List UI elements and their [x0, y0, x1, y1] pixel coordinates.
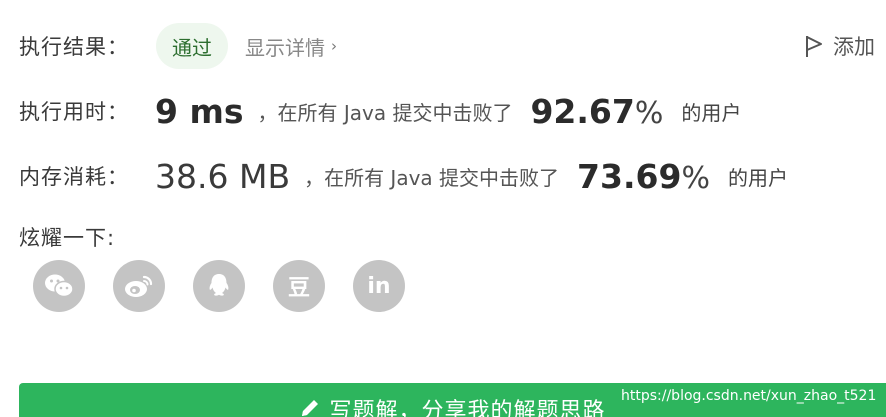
runtime-percent-number: 92.67	[530, 91, 635, 131]
status-badge: 通过	[156, 23, 228, 69]
memory-suffix: 的用户	[727, 165, 788, 190]
runtime-percent: 92.67%	[530, 92, 663, 131]
chevron-right-icon: ›	[331, 37, 337, 55]
wechat-icon	[45, 274, 74, 298]
memory-percent-number: 73.69	[577, 156, 682, 196]
share-douban-button[interactable]: 豆	[273, 260, 325, 312]
submission-result-panel: 执行结果： 通过 显示详情 › 添加 执行用时： 9 ms ，在所有 Java …	[0, 0, 886, 417]
pencil-icon	[302, 400, 319, 416]
result-label: 执行结果：	[19, 35, 129, 59]
runtime-percent-sign: %	[634, 95, 664, 131]
memory-percent: 73.69%	[577, 157, 710, 196]
runtime-value: 9 ms	[155, 91, 244, 131]
memory-row: 内存消耗： 38.6 MB ，在所有 Java 提交中击败了 73.69% 的用…	[19, 153, 788, 199]
memory-value: 38.6 MB	[155, 156, 291, 196]
share-qq-button[interactable]	[193, 260, 245, 312]
runtime-row: 执行用时： 9 ms ，在所有 Java 提交中击败了 92.67% 的用户	[19, 88, 741, 134]
write-solution-label: 写题解，分享我的解题思路	[329, 399, 606, 417]
qq-icon	[209, 274, 229, 296]
show-details-link[interactable]: 显示详情 ›	[245, 32, 337, 61]
share-row-label: 炫耀一下:	[19, 220, 115, 254]
weibo-icon	[125, 275, 153, 297]
flag-icon	[806, 36, 822, 57]
share-wechat-button[interactable]	[33, 260, 85, 312]
share-buttons: 豆 in	[33, 260, 433, 312]
linkedin-icon: in	[367, 273, 391, 299]
share-label: 炫耀一下:	[19, 226, 116, 250]
add-note-label: 添加	[833, 35, 875, 59]
result-row: 执行结果： 通过 显示详情 ›	[19, 22, 337, 70]
add-note-button[interactable]: 添加	[805, 31, 875, 61]
watermark-text: https://blog.csdn.net/xun_zhao_t521	[621, 388, 877, 404]
runtime-beat-text: ，在所有 Java 提交中击败了	[257, 100, 513, 125]
memory-percent-sign: %	[681, 160, 710, 196]
douban-icon: 豆	[287, 276, 310, 301]
share-linkedin-button[interactable]: in	[353, 260, 405, 312]
memory-beat-text: ，在所有 Java 提交中击败了	[304, 165, 560, 190]
runtime-suffix: 的用户	[681, 100, 742, 125]
share-weibo-button[interactable]	[113, 260, 165, 312]
show-details-label: 显示详情	[245, 35, 325, 60]
runtime-label: 执行用时：	[19, 100, 129, 124]
memory-label: 内存消耗：	[19, 165, 129, 189]
